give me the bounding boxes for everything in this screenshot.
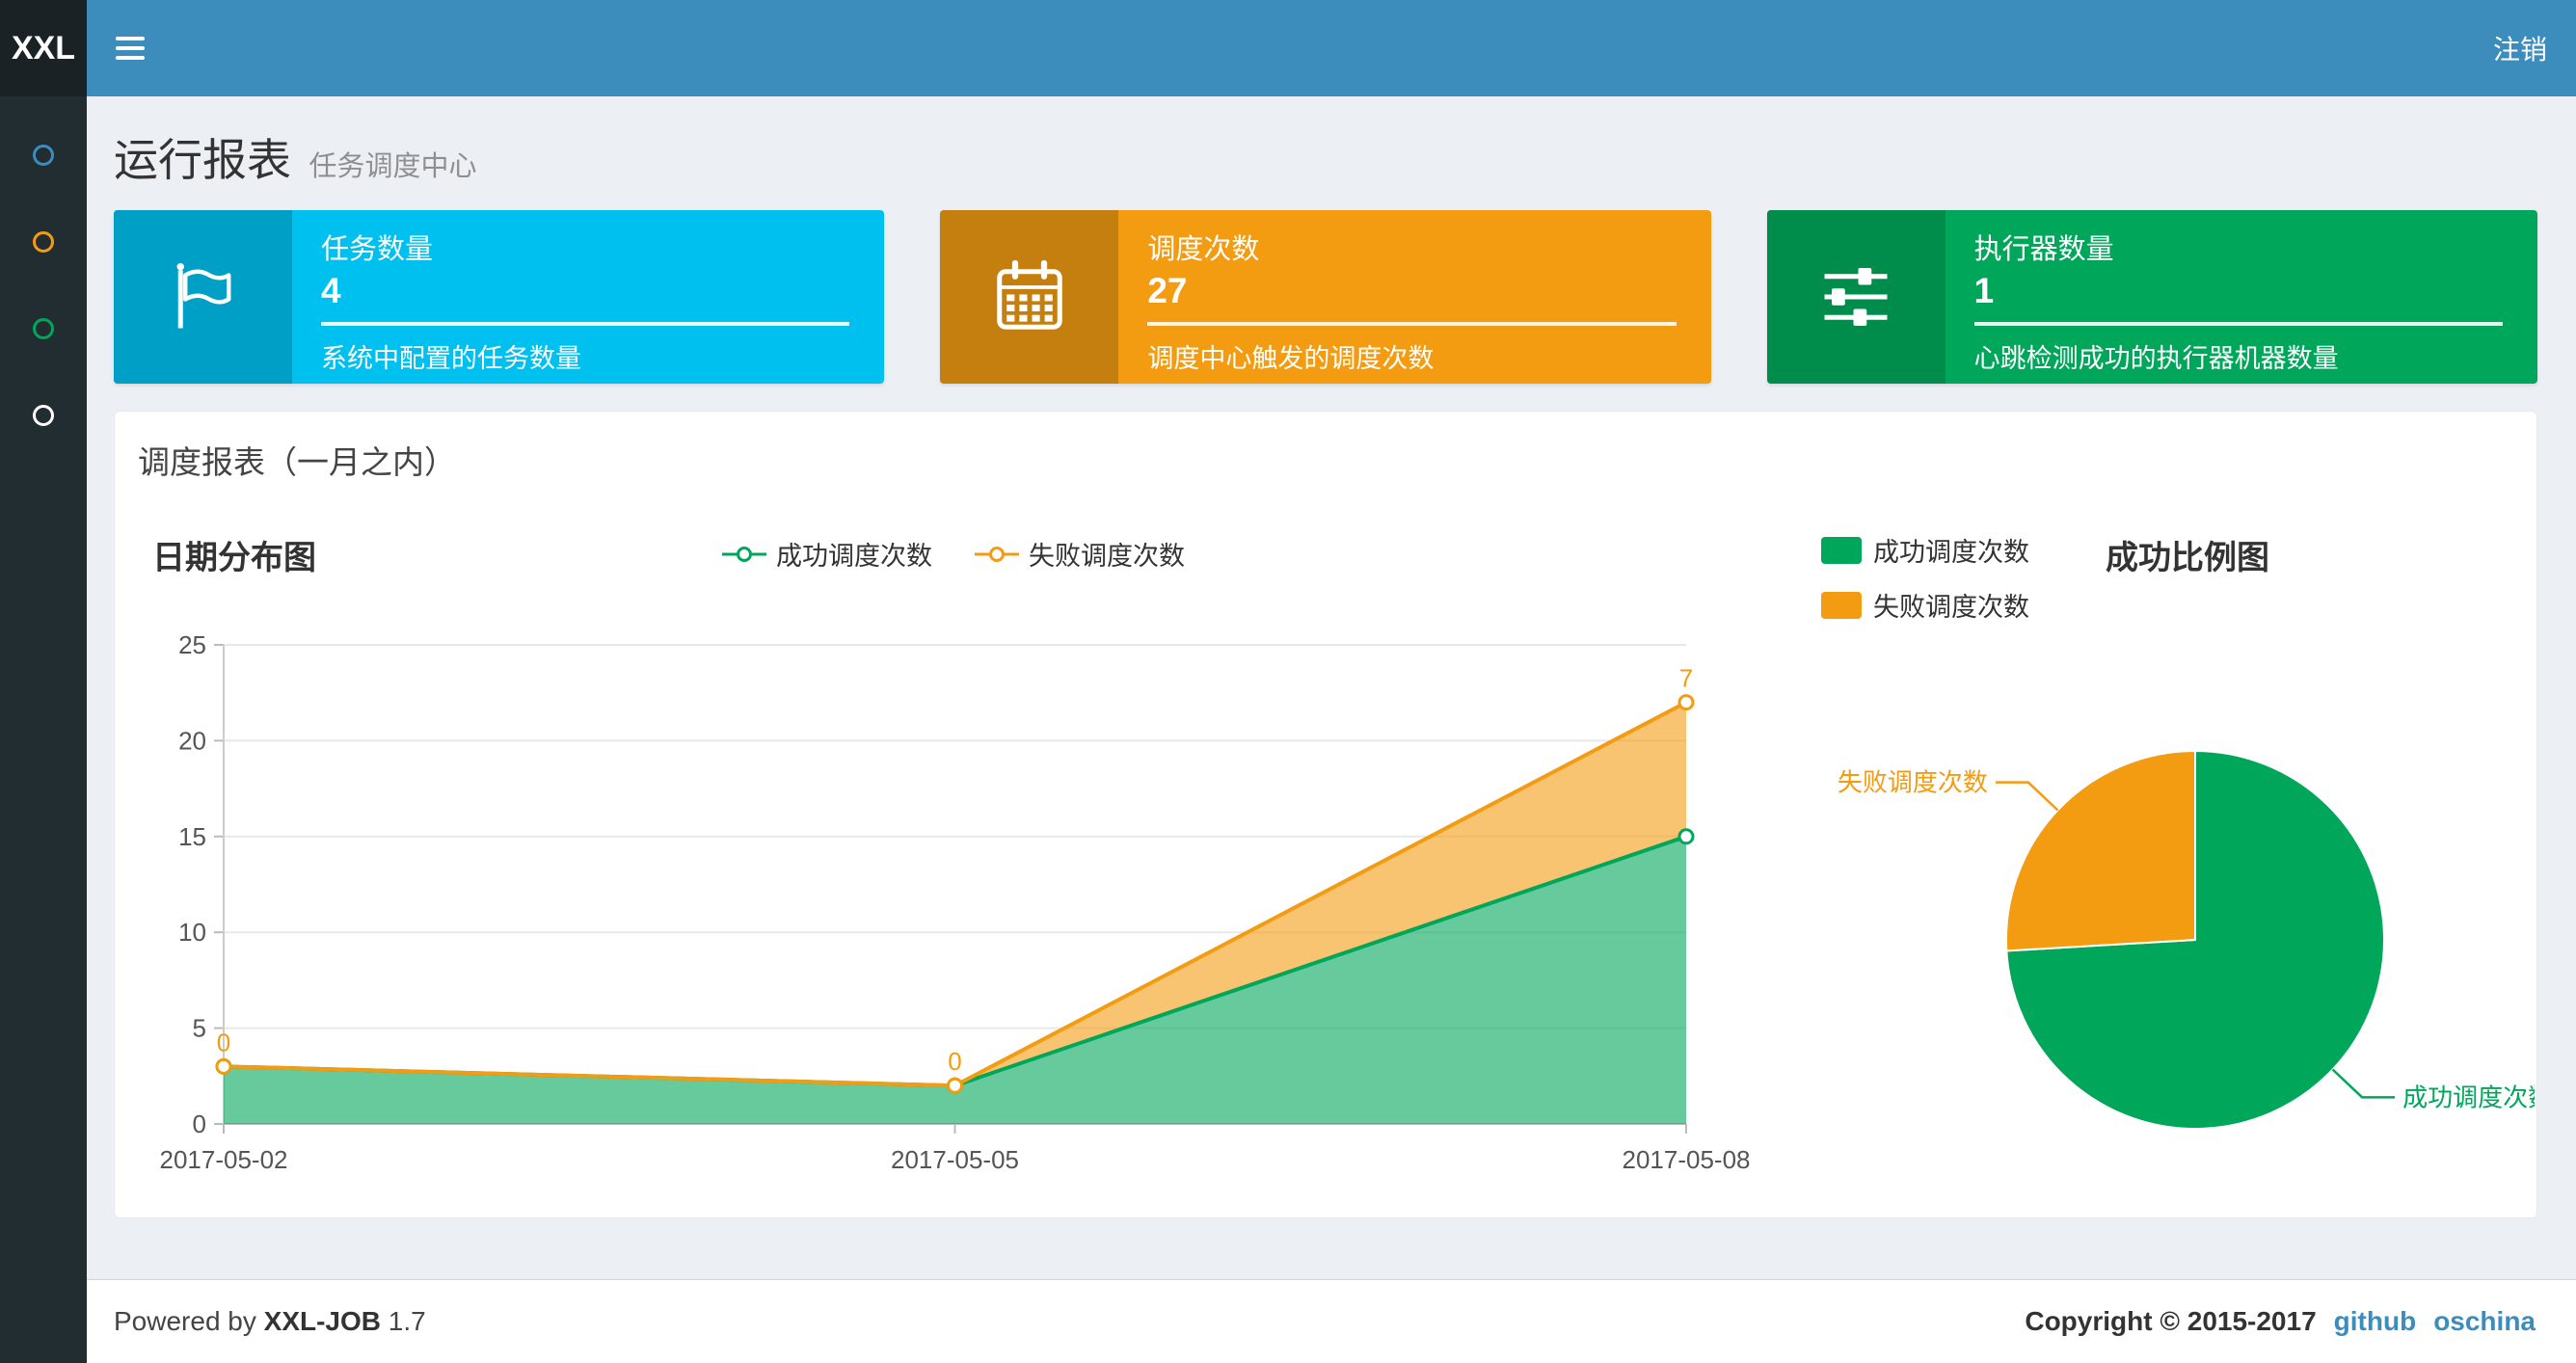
info-box-executors: 执行器数量 1 心跳检测成功的执行器机器数量: [1766, 210, 2537, 384]
sliders-icon: [1766, 210, 1945, 384]
calendar-icon: [940, 210, 1119, 384]
svg-text:0: 0: [217, 1028, 230, 1056]
svg-text:成功调度次数: 成功调度次数: [2402, 1082, 2535, 1111]
svg-text:2017-05-08: 2017-05-08: [1623, 1145, 1751, 1174]
powered-by: Powered by XXL-JOB 1.7: [114, 1306, 426, 1336]
info-box-title: 执行器数量: [1973, 234, 2114, 265]
legend-swatch-icon: [1821, 591, 1862, 619]
divider: [1973, 322, 2503, 326]
oschina-link[interactable]: oschina: [2433, 1306, 2536, 1337]
pie-legend-item-success[interactable]: 成功调度次数: [1821, 531, 2029, 569]
svg-text:0: 0: [193, 1109, 206, 1138]
page-title: 运行报表: [114, 135, 291, 185]
sidebar-toggle-button[interactable]: [87, 0, 174, 96]
svg-text:5: 5: [193, 1014, 206, 1043]
divider: [1147, 322, 1677, 326]
success-ratio-pie-chart[interactable]: 成功调度次数 失败调度次数: [1792, 720, 2535, 1212]
line-chart-title: 日期分布图: [152, 540, 316, 576]
pie-legend-item-fail[interactable]: 失败调度次数: [1821, 586, 2029, 624]
page-subtitle: 任务调度中心: [309, 151, 477, 182]
report-panel: 调度报表（一月之内） 日期分布图 成功调度次数 失败调度次数 0 5 10 15 20 2…: [114, 411, 2537, 1218]
sidebar: [0, 96, 87, 1363]
brand: XXL-JOB: [263, 1306, 382, 1336]
svg-text:25: 25: [178, 630, 206, 659]
navbar-spacer: [174, 0, 2464, 96]
svg-text:20: 20: [178, 726, 206, 755]
logo[interactable]: XXL: [0, 0, 87, 96]
info-box-title: 调度次数: [1147, 234, 1260, 265]
info-box-value: 4: [321, 271, 341, 310]
line-legend-marker-icon: [722, 546, 766, 562]
svg-text:2017-05-05: 2017-05-05: [891, 1145, 1019, 1174]
copyright: Copyright © 2015-2017: [2025, 1306, 2317, 1336]
info-box-jobs: 任务数量 4 系统中配置的任务数量: [114, 210, 885, 384]
svg-text:2017-05-02: 2017-05-02: [160, 1145, 288, 1174]
info-box-title: 任务数量: [321, 234, 434, 265]
stats-row: 任务数量 4 系统中配置的任务数量 调度次数 27 调度中心触发的调度次数 执行…: [87, 210, 2576, 384]
svg-text:失败调度次数: 失败调度次数: [1838, 768, 1988, 797]
logout-link[interactable]: 注销: [2464, 0, 2576, 96]
github-link[interactable]: github: [2334, 1306, 2417, 1337]
page-header: 运行报表 任务调度中心: [87, 96, 2576, 210]
line-legend-marker-icon: [975, 546, 1019, 562]
info-box-desc: 调度中心触发的调度次数: [1147, 344, 1435, 373]
version: 1.7: [388, 1306, 426, 1336]
svg-text:10: 10: [178, 918, 206, 947]
info-box-value: 27: [1147, 271, 1188, 310]
info-box-value: 1: [1973, 271, 1995, 310]
date-distribution-chart[interactable]: 05101520252017-05-02 2017-05-05 2017-05-08…: [134, 624, 1754, 1202]
sidebar-item-menu-4[interactable]: [33, 405, 54, 426]
pie-chart-legend: 成功调度次数 失败调度次数: [1821, 531, 2029, 624]
info-box-triggers: 调度次数 27 调度中心触发的调度次数: [940, 210, 1711, 384]
sidebar-item-menu-1[interactable]: [33, 145, 54, 166]
flag-icon: [114, 210, 292, 384]
svg-text:0: 0: [948, 1047, 961, 1076]
svg-text:15: 15: [178, 822, 206, 851]
info-box-desc: 心跳检测成功的执行器机器数量: [1973, 344, 2339, 373]
legend-item-fail[interactable]: 失败调度次数: [975, 535, 1185, 573]
content: 运行报表 任务调度中心 任务数量 4 系统中配置的任务数量 调度次数 27 调度…: [87, 96, 2576, 1218]
line-chart-legend: 成功调度次数 失败调度次数: [722, 535, 1185, 573]
panel-title: 调度报表（一月之内）: [138, 444, 456, 480]
sidebar-item-menu-3[interactable]: [33, 318, 54, 339]
legend-item-success[interactable]: 成功调度次数: [722, 535, 932, 573]
hamburger-icon: [116, 37, 145, 40]
footer: Powered by XXL-JOB 1.7 Copyright © 2015-…: [87, 1279, 2576, 1363]
pie-chart-title: 成功比例图: [2106, 540, 2269, 576]
sidebar-item-menu-2[interactable]: [33, 231, 54, 253]
top-navbar: XXL 注销: [0, 0, 2576, 96]
info-box-desc: 系统中配置的任务数量: [321, 344, 581, 373]
svg-text:7: 7: [1679, 664, 1693, 693]
divider: [321, 322, 850, 326]
legend-swatch-icon: [1821, 536, 1862, 564]
